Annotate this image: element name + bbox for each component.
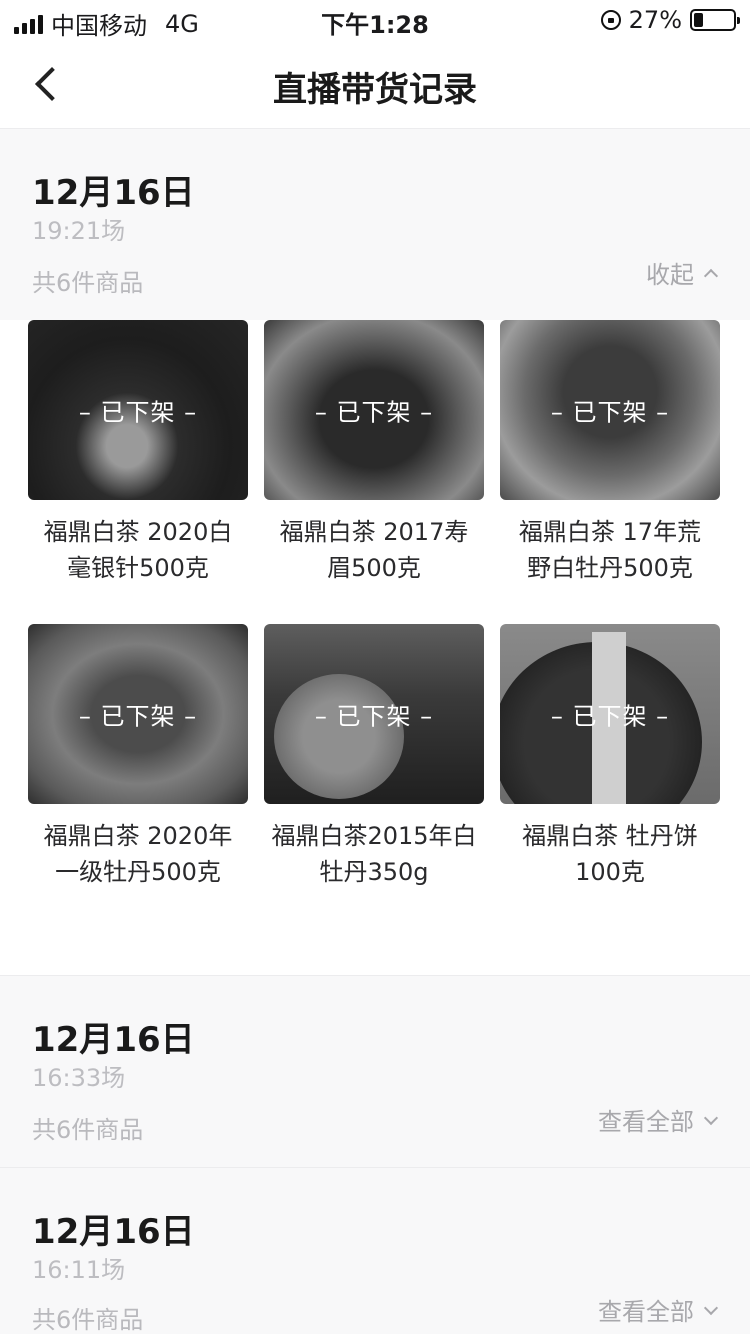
product-image: – 已下架 – bbox=[28, 624, 248, 804]
session-card: 12月16日 16:33场 共6件商品 查看全部 bbox=[0, 975, 750, 1167]
status-right: 27% bbox=[600, 6, 740, 34]
product-name-line: 一级牡丹500克 bbox=[55, 858, 221, 886]
product-name-line: 福鼎白茶 2020白 bbox=[43, 518, 233, 546]
product-name-line: 100克 bbox=[575, 858, 645, 886]
product-image: – 已下架 – bbox=[500, 624, 720, 804]
battery-icon bbox=[690, 9, 740, 31]
product-name-line: 福鼎白茶 17年荒 bbox=[518, 518, 702, 546]
product-image: – 已下架 – bbox=[28, 320, 248, 500]
session-count: 共6件商品 bbox=[32, 1306, 144, 1334]
product-name: 福鼎白茶 2017寿 眉500克 bbox=[264, 514, 484, 586]
product-name-line: 福鼎白茶 2017寿 bbox=[279, 518, 469, 546]
session-date: 12月16日 bbox=[32, 1212, 195, 1252]
product-name: 福鼎白茶 17年荒 野白牡丹500克 bbox=[500, 514, 720, 586]
product-name: 福鼎白茶 2020白 毫银针500克 bbox=[28, 514, 248, 586]
product-card[interactable]: – 已下架 – 福鼎白茶 2017寿 眉500克 bbox=[264, 320, 484, 586]
session-card: 12月16日 16:11场 共6件商品 查看全部 bbox=[0, 1167, 750, 1334]
product-card[interactable]: – 已下架 – 福鼎白茶 牡丹饼 100克 bbox=[500, 624, 720, 890]
status-bar: 中国移动 4G 下午1:28 27% bbox=[0, 0, 750, 40]
page-title: 直播带货记录 bbox=[273, 70, 477, 110]
product-image: – 已下架 – bbox=[500, 320, 720, 500]
chevron-down-icon bbox=[703, 1110, 719, 1125]
session-count: 共6件商品 bbox=[32, 1116, 144, 1144]
product-name-line: 福鼎白茶 牡丹饼 bbox=[522, 822, 698, 850]
delisted-label: – 已下架 – bbox=[550, 398, 670, 427]
chevron-down-icon bbox=[703, 1300, 719, 1315]
product-image: – 已下架 – bbox=[264, 320, 484, 500]
product-name-line: 眉500克 bbox=[327, 554, 421, 582]
product-name: 福鼎白茶 2020年 一级牡丹500克 bbox=[28, 818, 248, 890]
view-all-label: 查看全部 bbox=[598, 1108, 694, 1136]
delisted-label: – 已下架 – bbox=[78, 702, 198, 731]
view-all-button[interactable]: 查看全部 bbox=[598, 1292, 719, 1327]
session-date: 12月16日 bbox=[32, 173, 195, 213]
session-date: 12月16日 bbox=[32, 1020, 195, 1060]
orientation-lock-icon bbox=[600, 10, 621, 30]
product-name-line: 牡丹350g bbox=[319, 858, 429, 886]
product-name-line: 福鼎白茶 2020年 bbox=[43, 822, 233, 850]
session-card: 12月16日 19:21场 共6件商品 收起 bbox=[0, 128, 750, 320]
product-name-line: 毫银针500克 bbox=[67, 554, 209, 582]
session-count: 共6件商品 bbox=[32, 269, 144, 297]
product-card[interactable]: – 已下架 – 福鼎白茶 2020白 毫银针500克 bbox=[28, 320, 248, 586]
collapse-button[interactable]: 收起 bbox=[646, 255, 719, 290]
product-grid: – 已下架 – 福鼎白茶 2020白 毫银针500克 – 已下架 – 福鼎白茶 … bbox=[0, 320, 750, 975]
product-card[interactable]: – 已下架 – 福鼎白茶2015年白 牡丹350g bbox=[264, 624, 484, 890]
session-time: 16:11场 bbox=[32, 1256, 126, 1284]
product-name-line: 野白牡丹500克 bbox=[527, 554, 693, 582]
session-time: 19:21场 bbox=[32, 217, 126, 245]
delisted-label: – 已下架 – bbox=[314, 702, 434, 731]
delisted-label: – 已下架 – bbox=[314, 398, 434, 427]
product-name-line: 福鼎白茶2015年白 bbox=[271, 822, 477, 850]
delisted-label: – 已下架 – bbox=[550, 702, 670, 731]
session-time: 16:33场 bbox=[32, 1064, 126, 1092]
collapse-label: 收起 bbox=[646, 261, 694, 289]
battery-percent: 27% bbox=[628, 6, 682, 34]
product-image: – 已下架 – bbox=[264, 624, 484, 804]
delisted-label: – 已下架 – bbox=[78, 398, 198, 427]
product-card[interactable]: – 已下架 – 福鼎白茶 2020年 一级牡丹500克 bbox=[28, 624, 248, 890]
product-name: 福鼎白茶 牡丹饼 100克 bbox=[500, 818, 720, 890]
product-card[interactable]: – 已下架 – 福鼎白茶 17年荒 野白牡丹500克 bbox=[500, 320, 720, 586]
view-all-button[interactable]: 查看全部 bbox=[598, 1102, 719, 1137]
chevron-up-icon bbox=[703, 268, 719, 283]
nav-bar: 直播带货记录 bbox=[0, 40, 750, 128]
product-name: 福鼎白茶2015年白 牡丹350g bbox=[264, 818, 484, 890]
view-all-label: 查看全部 bbox=[598, 1298, 694, 1326]
